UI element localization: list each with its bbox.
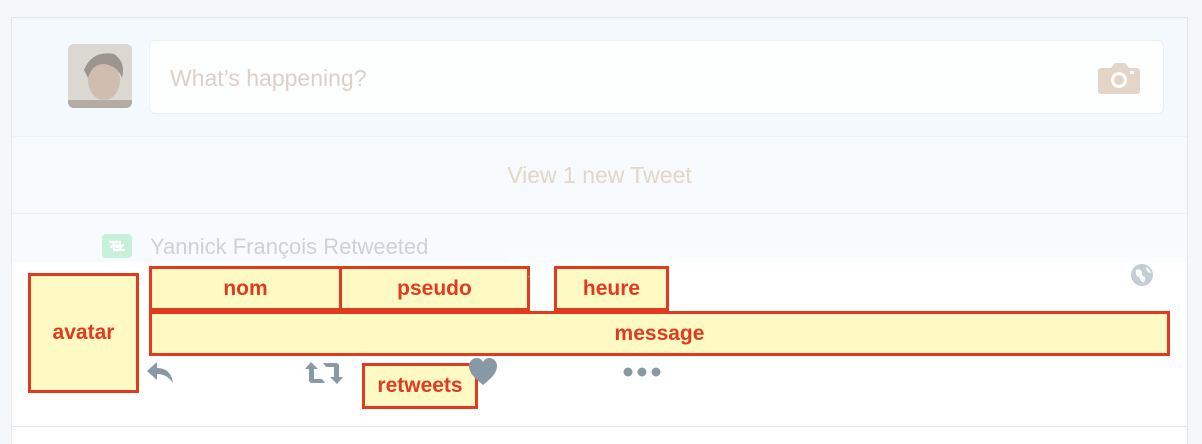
retweet-context-label: Yannick François Retweeted (150, 234, 429, 259)
reply-icon[interactable] (141, 356, 179, 388)
camera-icon[interactable] (1097, 60, 1141, 96)
retweet-icon (102, 234, 132, 258)
view-new-tweets-button[interactable]: View 1 new Tweet (12, 137, 1187, 214)
compose-input[interactable]: What’s happening? (149, 40, 1164, 114)
compose-area: What’s happening? (12, 18, 1187, 137)
more-icon[interactable] (622, 364, 662, 380)
globe-icon (1131, 264, 1153, 286)
avatar-box[interactable]: avatar (28, 273, 139, 393)
retweet-icon[interactable] (303, 358, 345, 388)
compose-placeholder: What’s happening? (170, 65, 367, 91)
user-avatar[interactable] (68, 44, 132, 108)
faded-overlay-region: What’s happening? View 1 new Tweet Yanni… (12, 18, 1187, 262)
timeline-card: What’s happening? View 1 new Tweet Yanni… (11, 17, 1188, 444)
like-icon[interactable] (467, 357, 499, 387)
time-box[interactable]: heure (554, 266, 669, 311)
retweet-context: Yannick François Retweeted (12, 214, 1187, 262)
message-box: message (149, 311, 1170, 356)
name-box[interactable]: nom (149, 266, 342, 311)
tweet-divider (11, 426, 1188, 427)
separator-dot: · (526, 268, 532, 285)
handle-box[interactable]: pseudo (339, 266, 530, 311)
retweets-count-box[interactable]: retweets (362, 363, 478, 409)
